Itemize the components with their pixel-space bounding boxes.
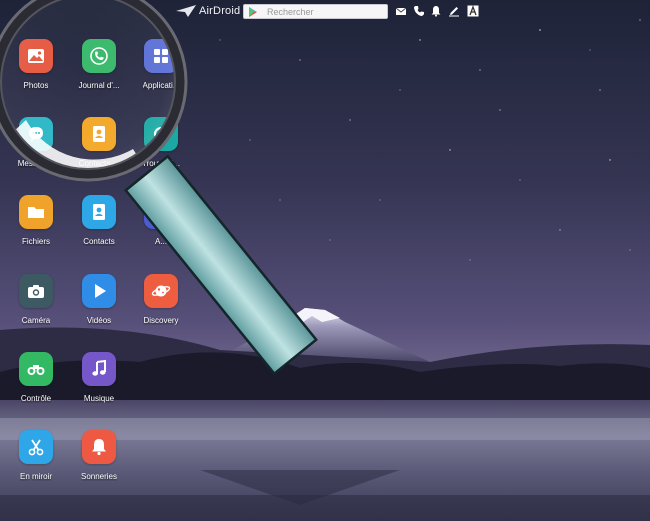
app-label: Contacts bbox=[83, 237, 115, 246]
app-label: A... bbox=[154, 237, 167, 246]
contact-card-icon bbox=[82, 117, 116, 151]
app-label: Journal d'... bbox=[78, 81, 120, 90]
app-musique[interactable]: Musique bbox=[71, 352, 127, 416]
app-miroir[interactable]: En miroir bbox=[8, 430, 64, 494]
app-sonneries[interactable]: Sonneries bbox=[71, 430, 127, 494]
app-label: Musique bbox=[83, 394, 115, 403]
app-label: Applicati... bbox=[142, 81, 180, 90]
app-fichiers[interactable]: Fichiers bbox=[8, 195, 64, 259]
music-icon bbox=[82, 352, 116, 386]
app-contacts-fav[interactable]: Contacts ... bbox=[71, 117, 127, 181]
app-camera[interactable]: Caméra bbox=[8, 274, 64, 338]
search-box[interactable] bbox=[243, 4, 388, 19]
app-label: En miroir bbox=[19, 472, 52, 481]
app-label: Photos bbox=[23, 81, 49, 90]
phone-icon[interactable] bbox=[412, 4, 426, 18]
app-label: Sonneries bbox=[80, 472, 118, 481]
app-label: Contrôle bbox=[20, 394, 52, 403]
folder-icon bbox=[19, 195, 53, 229]
bell-ring-icon bbox=[82, 430, 116, 464]
camera-icon bbox=[19, 274, 53, 308]
app-label: Messages bbox=[17, 159, 55, 168]
app-controle[interactable]: Contrôle bbox=[8, 352, 64, 416]
bell-icon[interactable] bbox=[429, 4, 443, 18]
font-icon[interactable] bbox=[466, 4, 480, 18]
app-label: Caméra bbox=[21, 316, 51, 325]
app-photos[interactable]: Photos bbox=[8, 39, 64, 103]
photo-icon bbox=[19, 39, 53, 73]
search-input[interactable] bbox=[267, 6, 387, 17]
binoculars-icon bbox=[19, 352, 53, 386]
video-play-icon bbox=[82, 274, 116, 308]
app-contacts[interactable]: Contacts bbox=[71, 195, 127, 259]
app-a[interactable]: A... bbox=[133, 195, 189, 259]
pen-icon[interactable] bbox=[447, 4, 461, 18]
top-toolbar: AirDroid bbox=[0, 0, 650, 22]
phone-call-icon bbox=[82, 39, 116, 73]
app-applications[interactable]: Applicati... bbox=[133, 39, 189, 103]
app-label: Fichiers bbox=[21, 237, 50, 246]
app-label: Contacts ... bbox=[78, 159, 120, 168]
airdroid-logo[interactable]: AirDroid bbox=[176, 3, 240, 19]
locate-icon bbox=[144, 117, 178, 151]
paper-plane-icon bbox=[176, 5, 196, 17]
brand-name: AirDroid bbox=[199, 5, 241, 17]
mail-icon[interactable] bbox=[394, 4, 408, 18]
app-discovery[interactable]: Discovery bbox=[133, 274, 189, 338]
scissors-icon bbox=[19, 430, 53, 464]
apps-icon bbox=[144, 39, 178, 73]
app-icon bbox=[144, 195, 178, 229]
app-journal[interactable]: Journal d'... bbox=[71, 39, 127, 103]
app-messages[interactable]: Messages bbox=[8, 117, 64, 181]
planet-icon bbox=[144, 274, 178, 308]
chat-icon bbox=[19, 117, 53, 151]
contacts-icon bbox=[82, 195, 116, 229]
app-videos[interactable]: Vidéos bbox=[71, 274, 127, 338]
app-trouver[interactable]: Trouver l... bbox=[133, 117, 189, 181]
app-label: Discovery bbox=[143, 316, 179, 325]
app-label: Trouver l... bbox=[142, 159, 180, 168]
google-play-icon bbox=[249, 6, 257, 17]
app-label: Vidéos bbox=[86, 316, 112, 325]
